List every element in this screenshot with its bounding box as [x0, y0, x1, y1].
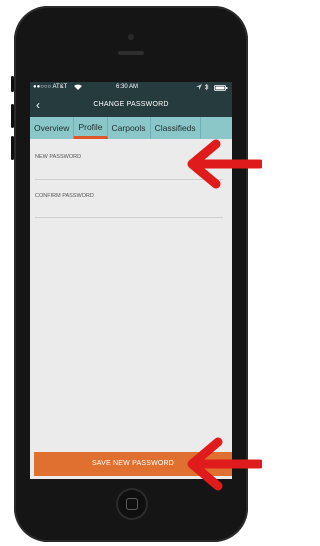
mute-switch — [11, 76, 14, 92]
annotation-arrow-icon — [187, 139, 262, 189]
tab-carpools[interactable]: Carpools — [108, 117, 151, 139]
front-camera — [128, 34, 134, 40]
tab-classifieds[interactable]: Classifieds — [151, 117, 201, 139]
confirm-password-underline — [35, 217, 223, 218]
wifi-icon — [74, 84, 82, 92]
location-icon — [196, 84, 202, 92]
volume-up-button — [11, 104, 14, 128]
confirm-password-label: CONFIRM PASSWORD — [35, 193, 94, 199]
earpiece-speaker — [118, 51, 144, 55]
navigation-bar: ‹ CHANGE PASSWORD — [30, 94, 232, 117]
status-bar: ●●○○○ AT&T 6:30 AM — [30, 82, 232, 94]
status-time: 6:30 AM — [116, 84, 139, 90]
home-button[interactable] — [116, 488, 148, 520]
tab-overview[interactable]: Overview — [30, 117, 75, 139]
confirm-password-field[interactable]: CONFIRM PASSWORD — [35, 193, 225, 219]
annotation-arrow-icon — [187, 437, 262, 491]
volume-down-button — [11, 136, 14, 160]
battery-icon — [214, 85, 228, 93]
tab-bar: Overview Profile Carpools Classifieds — [30, 117, 232, 139]
carrier-label: ●●○○○ AT&T — [33, 84, 68, 90]
page-title: CHANGE PASSWORD — [93, 101, 169, 108]
bluetooth-icon — [204, 83, 209, 93]
home-square-icon — [126, 498, 138, 510]
tab-profile[interactable]: Profile — [74, 117, 108, 139]
